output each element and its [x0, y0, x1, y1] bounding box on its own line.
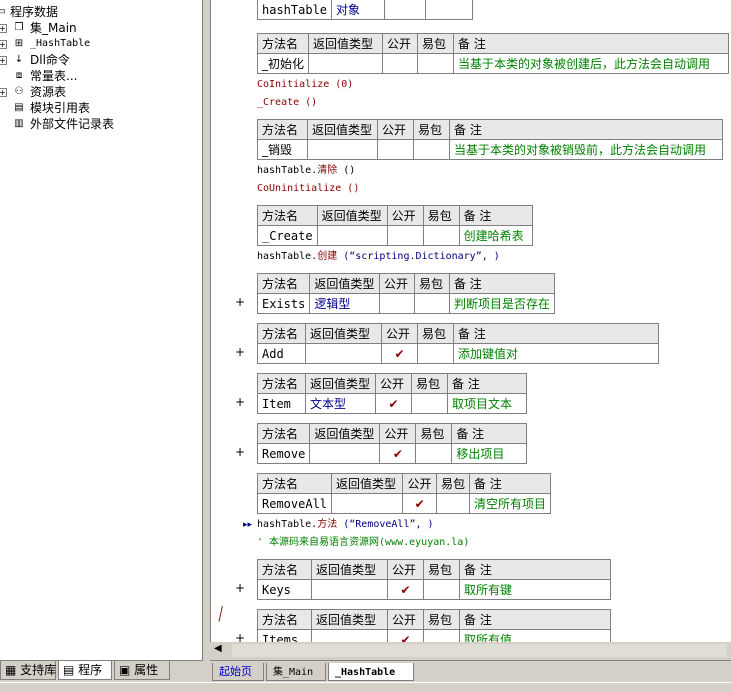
program-tree: ▭ 程序数据 + ❒ 集_Main + ⊞ _HashTable + ↓ Dll… — [0, 4, 200, 132]
expand-icon[interactable]: + — [0, 24, 7, 33]
editor-tabs: 起始页 集_Main _HashTable — [210, 660, 731, 682]
expand-method-icon[interactable]: + — [235, 345, 245, 359]
editor-gutter — [211, 0, 247, 642]
checkmark-icon: ✔ — [387, 629, 424, 642]
tree-item-constants[interactable]: ⧈ 常量表... — [0, 68, 200, 84]
scroll-track[interactable] — [232, 644, 727, 657]
method-table[interactable]: 方法名 返回值类型 公开 易包备 注 Remove ✔ 移出项目 — [256, 423, 527, 464]
expand-method-icon[interactable]: + — [235, 295, 245, 309]
tree-item-external-files[interactable]: ▥ 外部文件记录表 — [0, 116, 200, 132]
code-line[interactable]: _Create () — [257, 95, 317, 111]
expand-method-icon[interactable]: + — [235, 445, 245, 459]
method-table[interactable]: 方法名 返回值类型 公开 易包备 注 Item 文本型 ✔ 取项目文本 — [257, 373, 527, 414]
code-line[interactable]: CoInitialize (0) — [257, 77, 353, 93]
resource-icon: ⚇ — [14, 86, 24, 97]
checkmark-icon: ✔ — [387, 579, 424, 600]
current-line-arrow-icon: ▸▸ — [243, 520, 253, 530]
code-line[interactable]: hashTable.创建 (“scripting.Dictionary”, ) — [257, 249, 500, 265]
tree-item-main[interactable]: + ❒ 集_Main — [0, 20, 200, 36]
code-editor[interactable]: hashTable 对象 方法名 返回值类型 公开 易包备 注 _初始化 当基于本类的对… — [210, 0, 731, 642]
method-table[interactable]: 方法名 返回值类型 公开 易包备 注 RemoveAll ✔ 清空所有项目 — [256, 473, 552, 514]
tab-program[interactable]: ▤ 程序 — [58, 661, 112, 680]
status-bar — [0, 682, 731, 692]
pane-splitter[interactable] — [203, 0, 210, 662]
folder-icon: ▭ — [0, 6, 6, 17]
method-table[interactable]: 方法名 返回值类型 公开 易包备 注 Add ✔ 添加键值对 — [257, 323, 659, 364]
tab-properties[interactable]: ▣ 属性 — [114, 661, 170, 680]
tree-item-resources[interactable]: + ⚇ 资源表 — [0, 84, 200, 100]
expand-method-icon[interactable]: + — [235, 395, 245, 409]
dll-icon: ↓ — [14, 54, 24, 65]
comment-line[interactable]: ' 本源码来自易语言资源网(www.eyuyan.la) — [257, 535, 469, 551]
tab-hashtable[interactable]: _HashTable — [328, 663, 414, 681]
scroll-left-icon[interactable]: ◀ — [214, 643, 222, 654]
tab-support-library[interactable]: ▦ 支持库 — [0, 661, 56, 680]
tab-start-page[interactable]: 起始页 — [212, 663, 264, 681]
method-table[interactable]: 方法名 返回值类型 公开 易包备 注 Keys ✔ 取所有键 — [257, 559, 611, 600]
checkmark-icon: ✔ — [379, 443, 417, 464]
tree-root[interactable]: ▭ 程序数据 — [0, 4, 200, 20]
expand-icon[interactable]: + — [0, 88, 7, 97]
tab-main[interactable]: 集_Main — [266, 663, 326, 681]
class-icon: ⊞ — [14, 38, 24, 49]
tree-item-module-ref[interactable]: ▤ 模块引用表 — [0, 100, 200, 116]
file-list-icon: ▥ — [14, 118, 24, 129]
code-line[interactable]: hashTable.方法 (“RemoveAll”, ) — [257, 517, 434, 533]
checkmark-icon: ✔ — [402, 493, 437, 514]
cube-icon: ⧈ — [15, 70, 23, 81]
checkmark-icon: ✔ — [381, 343, 418, 364]
program-tree-panel: ▭ 程序数据 + ❒ 集_Main + ⊞ _HashTable + ↓ Dll… — [0, 0, 203, 662]
expand-method-icon[interactable]: + — [235, 581, 245, 595]
method-table[interactable]: 方法名 返回值类型 公开 易包备 注 _Create 创建哈希表 — [257, 205, 534, 246]
library-icon: ▦ — [5, 663, 17, 677]
program-icon: ▤ — [63, 663, 75, 677]
code-line[interactable]: CoUninitialize () — [257, 181, 359, 197]
tree-item-dll[interactable]: + ↓ Dll命令 — [0, 52, 200, 68]
expand-icon[interactable]: + — [0, 56, 7, 65]
left-pane-tabs: ▦ 支持库 ▤ 程序 ▣ 属性 — [0, 660, 203, 680]
method-table[interactable]: 方法名 返回值类型 公开 易包备 注 _初始化 当基于本类的对象被创建后，此方法会自动调… — [256, 33, 729, 74]
document-icon: ▤ — [14, 102, 24, 113]
method-table[interactable]: 方法名 返回值类型 公开 易包备 注 _销毁 当基于本类的对象被销毁前，此方法会自动调用 — [257, 119, 723, 160]
checkmark-icon: ✔ — [375, 393, 412, 414]
tree-item-hashtable[interactable]: + ⊞ _HashTable — [0, 36, 200, 52]
module-icon: ❒ — [14, 22, 24, 33]
expand-icon[interactable]: + — [0, 40, 7, 49]
properties-icon: ▣ — [119, 663, 131, 677]
code-line[interactable]: hashTable.清除 () — [257, 163, 355, 179]
method-table[interactable]: 方法名 返回值类型 公开 易包备 注 Exists 逻辑型 判断项目是否存在 — [256, 273, 556, 314]
horizontal-scrollbar[interactable]: ◀ — [210, 642, 731, 659]
class-variable-table: hashTable 对象 — [256, 0, 473, 20]
expand-method-icon[interactable]: + — [235, 631, 245, 642]
method-table[interactable]: 方法名 返回值类型 公开 易包备 注 Items ✔ 取所有值 — [257, 609, 611, 642]
